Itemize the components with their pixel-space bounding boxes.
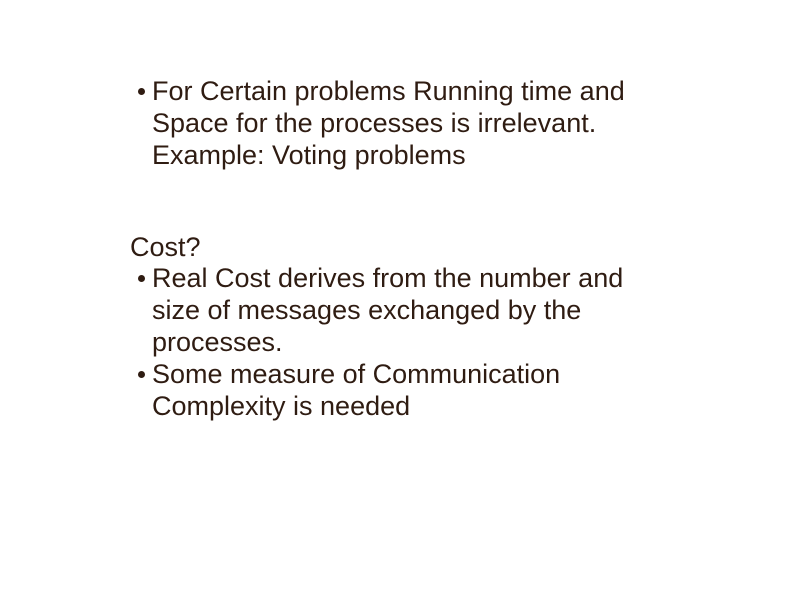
bullet-text: Real Cost derives from the number and si…	[152, 263, 674, 359]
list-item: For Certain problems Running time and Sp…	[130, 76, 674, 140]
spacer	[130, 172, 674, 232]
bullet-icon	[130, 263, 152, 282]
bottom-block: Cost? Real Cost derives from the number …	[130, 232, 674, 423]
bullet-icon	[130, 359, 152, 378]
hanging-line: Example: Voting problems	[130, 140, 674, 172]
section-heading: Cost?	[130, 232, 674, 264]
list-item: Real Cost derives from the number and si…	[130, 263, 674, 359]
slide: For Certain problems Running time and Sp…	[0, 0, 794, 595]
bullet-text: Some measure of Communication Complexity…	[152, 359, 674, 423]
list-item: Some measure of Communication Complexity…	[130, 359, 674, 423]
bullet-icon	[130, 76, 152, 95]
top-block: For Certain problems Running time and Sp…	[130, 76, 674, 172]
bullet-text: For Certain problems Running time and Sp…	[152, 76, 674, 140]
